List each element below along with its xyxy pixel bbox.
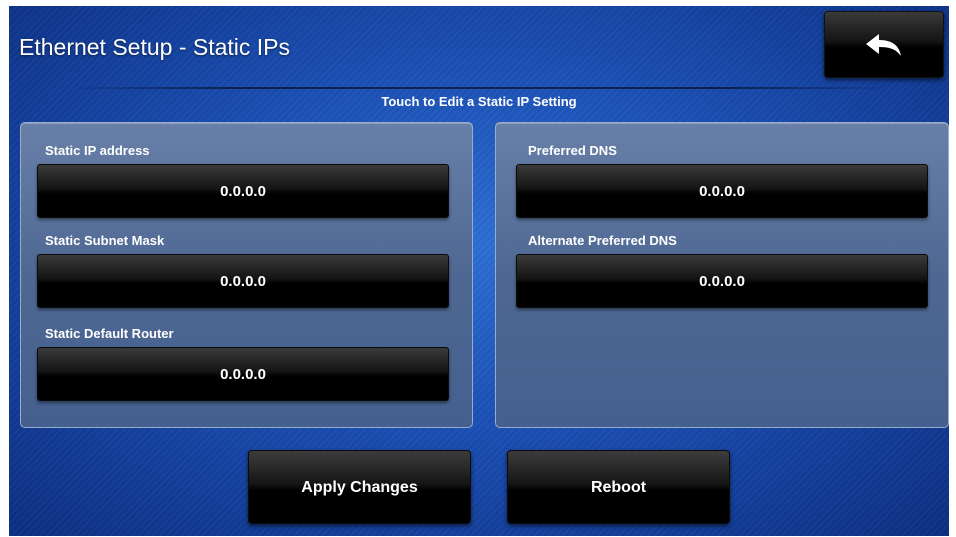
static-default-router-label: Static Default Router	[45, 326, 174, 341]
reboot-button[interactable]: Reboot	[507, 450, 730, 524]
preferred-dns-label: Preferred DNS	[528, 143, 617, 158]
instruction-text: Touch to Edit a Static IP Setting	[381, 94, 577, 109]
dns-panel: Preferred DNS 0.0.0.0 Alternate Preferre…	[495, 122, 949, 428]
static-ip-address-label: Static IP address	[45, 143, 150, 158]
header-divider	[64, 87, 894, 89]
page-title: Ethernet Setup - Static IPs	[19, 34, 291, 60]
static-subnet-mask-button[interactable]: 0.0.0.0	[37, 254, 449, 308]
alternate-preferred-dns-button[interactable]: 0.0.0.0	[516, 254, 928, 308]
preferred-dns-button[interactable]: 0.0.0.0	[516, 164, 928, 218]
alternate-preferred-dns-label: Alternate Preferred DNS	[528, 233, 677, 248]
touch-panel-screen: Ethernet Setup - Static IPs Touch to Edi…	[9, 6, 949, 536]
back-arrow-icon	[866, 33, 901, 56]
static-ip-address-button[interactable]: 0.0.0.0	[37, 164, 449, 218]
back-button[interactable]	[824, 11, 944, 78]
static-default-router-button[interactable]: 0.0.0.0	[37, 347, 449, 401]
apply-changes-button[interactable]: Apply Changes	[248, 450, 471, 524]
static-subnet-mask-label: Static Subnet Mask	[45, 233, 165, 248]
static-ip-panel: Static IP address 0.0.0.0 Static Subnet …	[20, 122, 473, 428]
